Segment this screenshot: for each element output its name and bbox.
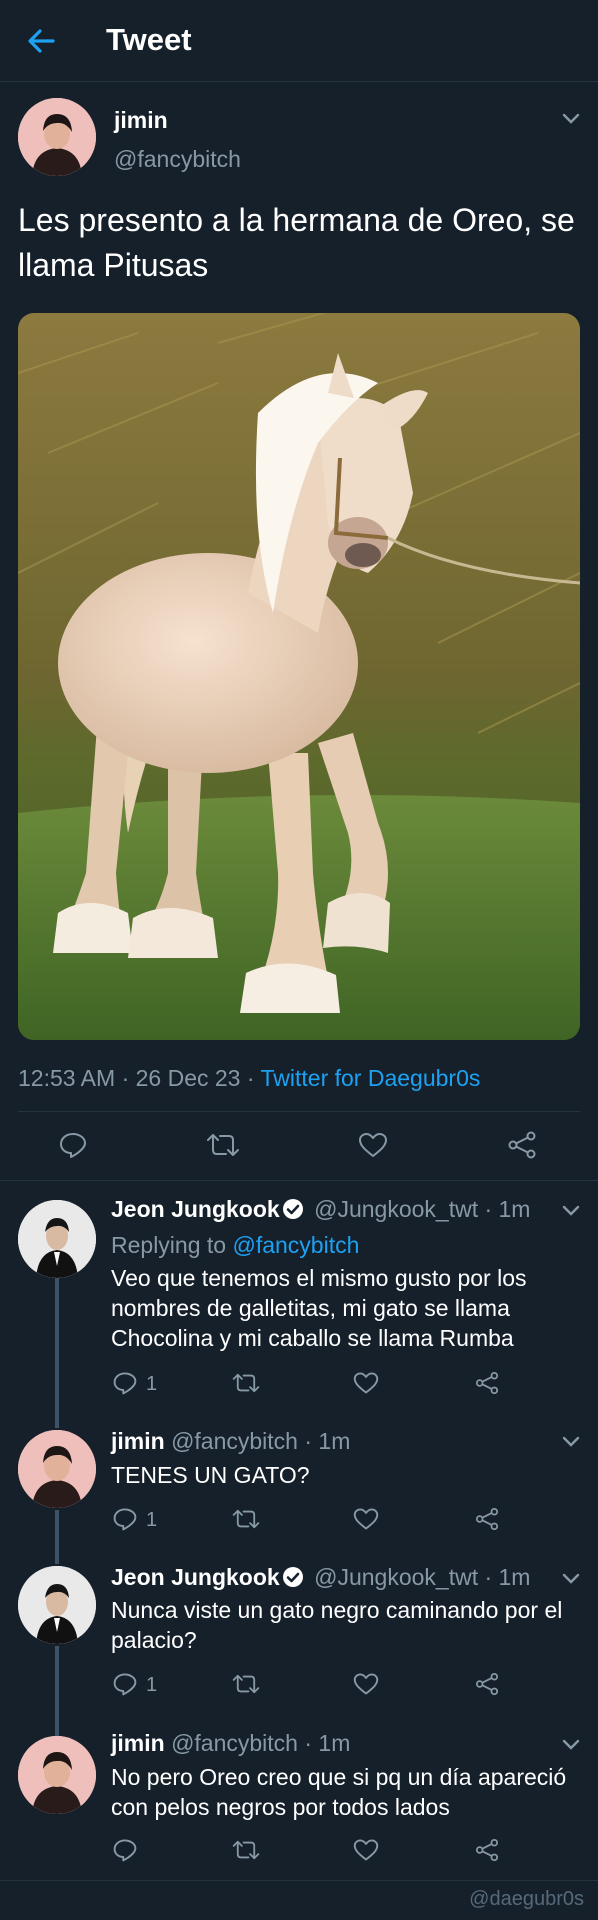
top-bar: Tweet: [0, 0, 598, 82]
author-name[interactable]: jimin: [114, 107, 168, 134]
reply-icon: [112, 1837, 172, 1863]
replying-to-prefix: Replying to: [111, 1232, 233, 1258]
like-icon[interactable]: [353, 1837, 379, 1867]
chevron-down-icon[interactable]: [561, 112, 581, 126]
chevron-down-icon[interactable]: [561, 1572, 581, 1586]
retweet-icon[interactable]: [232, 1506, 260, 1536]
reply-icon[interactable]: [58, 1130, 88, 1160]
avatar[interactable]: [18, 1566, 96, 1644]
avatar[interactable]: [18, 1430, 96, 1508]
share-icon[interactable]: [506, 1130, 538, 1160]
share-icon[interactable]: [474, 1506, 500, 1536]
divider: [0, 1180, 598, 1181]
reply-count: 1: [146, 1674, 158, 1696]
share-icon[interactable]: [474, 1837, 500, 1867]
retweet-icon[interactable]: [206, 1130, 240, 1160]
reply-button[interactable]: 1: [112, 1370, 172, 1400]
reply-header: Jeon Jungkook @Jungkook_twt · 1m: [111, 1564, 530, 1591]
share-icon[interactable]: [474, 1671, 500, 1701]
reply-author-name[interactable]: jimin: [111, 1730, 165, 1756]
chevron-down-icon[interactable]: [561, 1204, 581, 1218]
divider: [18, 1111, 580, 1112]
reply-text: No pero Oreo creo que si pq un día apare…: [111, 1764, 567, 1820]
reply-handle-time[interactable]: @fancybitch · 1m: [171, 1730, 350, 1756]
divider: [0, 1880, 598, 1881]
watermark: @daegubr0s: [469, 1888, 584, 1910]
avatar[interactable]: [18, 98, 96, 176]
author-handle[interactable]: @fancybitch: [114, 146, 241, 173]
like-icon[interactable]: [353, 1506, 379, 1536]
reply-count: 1: [146, 1373, 158, 1395]
reply-author-name[interactable]: Jeon Jungkook: [111, 1196, 280, 1222]
reply-icon: [112, 1671, 172, 1697]
retweet-icon[interactable]: [232, 1837, 260, 1867]
reply-button[interactable]: 1: [112, 1506, 172, 1536]
share-icon[interactable]: [474, 1370, 500, 1400]
tweet-text: Les presento a la hermana de Oreo, se ll…: [18, 202, 575, 283]
reply-text: Veo que tenemos el mismo gusto por los n…: [111, 1265, 527, 1351]
tweet-actions: [0, 1118, 598, 1174]
replying-to-link[interactable]: @fancybitch: [232, 1232, 359, 1258]
reply-icon: [112, 1370, 172, 1396]
reply-text: Nunca viste un gato negro caminando por …: [111, 1597, 563, 1653]
reply-header: jimin @fancybitch · 1m: [111, 1428, 350, 1455]
like-icon[interactable]: [358, 1130, 388, 1160]
reply-author-name[interactable]: Jeon Jungkook: [111, 1564, 280, 1590]
reply-button[interactable]: [112, 1837, 172, 1867]
tweet-time: 12:53 AM · 26 Dec 23 ·: [18, 1065, 261, 1091]
thread-line: [55, 1278, 59, 1428]
reply-author-name[interactable]: jimin: [111, 1428, 165, 1454]
chevron-down-icon[interactable]: [561, 1738, 581, 1752]
avatar[interactable]: [18, 1200, 96, 1278]
reply-count: 1: [146, 1509, 158, 1531]
verified-badge-icon: [282, 1198, 304, 1220]
reply-handle-time[interactable]: @Jungkook_twt · 1m: [314, 1564, 530, 1590]
reply-text: TENES UN GATO?: [111, 1462, 310, 1488]
reply-header: jimin @fancybitch · 1m: [111, 1730, 350, 1757]
verified-badge-icon: [282, 1566, 304, 1588]
replying-to: Replying to @fancybitch: [111, 1232, 359, 1259]
thread-line: [55, 1510, 59, 1564]
reply-handle-time[interactable]: @fancybitch · 1m: [171, 1428, 350, 1454]
back-arrow-icon[interactable]: [24, 24, 58, 58]
reply-handle-time[interactable]: @Jungkook_twt · 1m: [314, 1196, 530, 1222]
page-title: Tweet: [106, 22, 192, 57]
retweet-icon[interactable]: [232, 1370, 260, 1400]
reply-header: Jeon Jungkook @Jungkook_twt · 1m: [111, 1196, 530, 1223]
tweet-photo[interactable]: [18, 313, 580, 1040]
chevron-down-icon[interactable]: [561, 1435, 581, 1449]
tweet-client-link[interactable]: Twitter for Daegubr0s: [261, 1065, 481, 1091]
reply-button[interactable]: 1: [112, 1671, 172, 1701]
retweet-icon[interactable]: [232, 1671, 260, 1701]
avatar[interactable]: [18, 1736, 96, 1814]
reply-icon: [112, 1506, 172, 1532]
like-icon[interactable]: [353, 1671, 379, 1701]
tweet-timestamp: 12:53 AM · 26 Dec 23 · Twitter for Daegu…: [18, 1065, 480, 1092]
thread-line: [55, 1646, 59, 1736]
like-icon[interactable]: [353, 1370, 379, 1400]
